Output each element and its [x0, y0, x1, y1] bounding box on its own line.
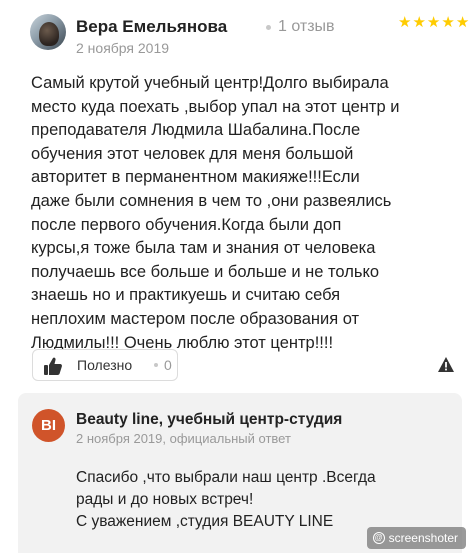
- warning-icon[interactable]: [437, 356, 455, 373]
- review-text-line: даже были сомнения в чем то ,они развеял…: [31, 191, 392, 210]
- review-text-line: после первого обучения.Когда были доп: [31, 215, 342, 234]
- separator-dot: [154, 363, 158, 367]
- star-icon: ★: [441, 14, 455, 31]
- review-text-line: знаешь но и практикуешь и считаю себя: [31, 286, 341, 305]
- review-text-line: неплохим мастером после образования от: [31, 309, 360, 328]
- review-text-line: получаешь все больше и больше и не тольк…: [31, 262, 380, 281]
- helpful-count: 0: [164, 357, 172, 373]
- author-name[interactable]: Вера Емельянова: [76, 17, 227, 37]
- review-text-line: преподавателя Людмила Шабалина.После: [31, 121, 361, 140]
- review-text-line: курсы,я тоже была там и знания от челове…: [31, 239, 376, 258]
- reply-meta: 2 ноября 2019, официальный ответ: [76, 431, 291, 446]
- at-icon: @: [372, 532, 385, 544]
- helpful-label: Полезно: [77, 357, 133, 373]
- business-avatar[interactable]: BI: [32, 409, 65, 442]
- reply-text-line: рады и до новых встреч!: [76, 491, 254, 508]
- star-icon: ★: [426, 14, 441, 31]
- review-text: Самый крутой учебный центр!Долго выбирал…: [31, 72, 451, 355]
- review-text-line: Самый крутой учебный центр!Долго выбирал…: [31, 74, 389, 92]
- rating-stars: ★ ★ ★ ★ ★: [398, 15, 469, 31]
- review-header: Вера Емельянова 1 отзыв ★ ★ ★ ★ ★ 2 нояб…: [30, 12, 469, 56]
- avatar-photo: [39, 22, 59, 46]
- reply-text-line: Спасибо ,что выбрали наш центр .Всегда: [76, 469, 376, 486]
- star-icon: ★: [455, 14, 470, 31]
- review-text-line: обучения этот человек для меня большой: [31, 144, 354, 163]
- screenshoter-watermark: @ screenshoter: [366, 527, 466, 549]
- star-icon: ★: [412, 14, 426, 31]
- business-name[interactable]: Beauty line, учебный центр-студия: [76, 411, 342, 429]
- helpful-button[interactable]: Полезно 0: [32, 349, 178, 381]
- review-text-line: место куда поехать ,выбор упал на этот ц…: [31, 97, 400, 116]
- review-date: 2 ноября 2019: [76, 40, 170, 56]
- avatar[interactable]: [30, 14, 66, 50]
- star-icon: ★: [398, 14, 412, 31]
- thumbs-up-icon: [44, 357, 62, 375]
- watermark-text: screenshoter: [388, 531, 458, 545]
- separator-dot: [266, 25, 271, 30]
- review-text-line: авторитет в перманентном макияже!!!Если: [31, 168, 360, 187]
- reply-text: Спасибо ,что выбрали наш центр .Всегда р…: [76, 467, 446, 533]
- reviews-count: 1 отзыв: [278, 18, 335, 35]
